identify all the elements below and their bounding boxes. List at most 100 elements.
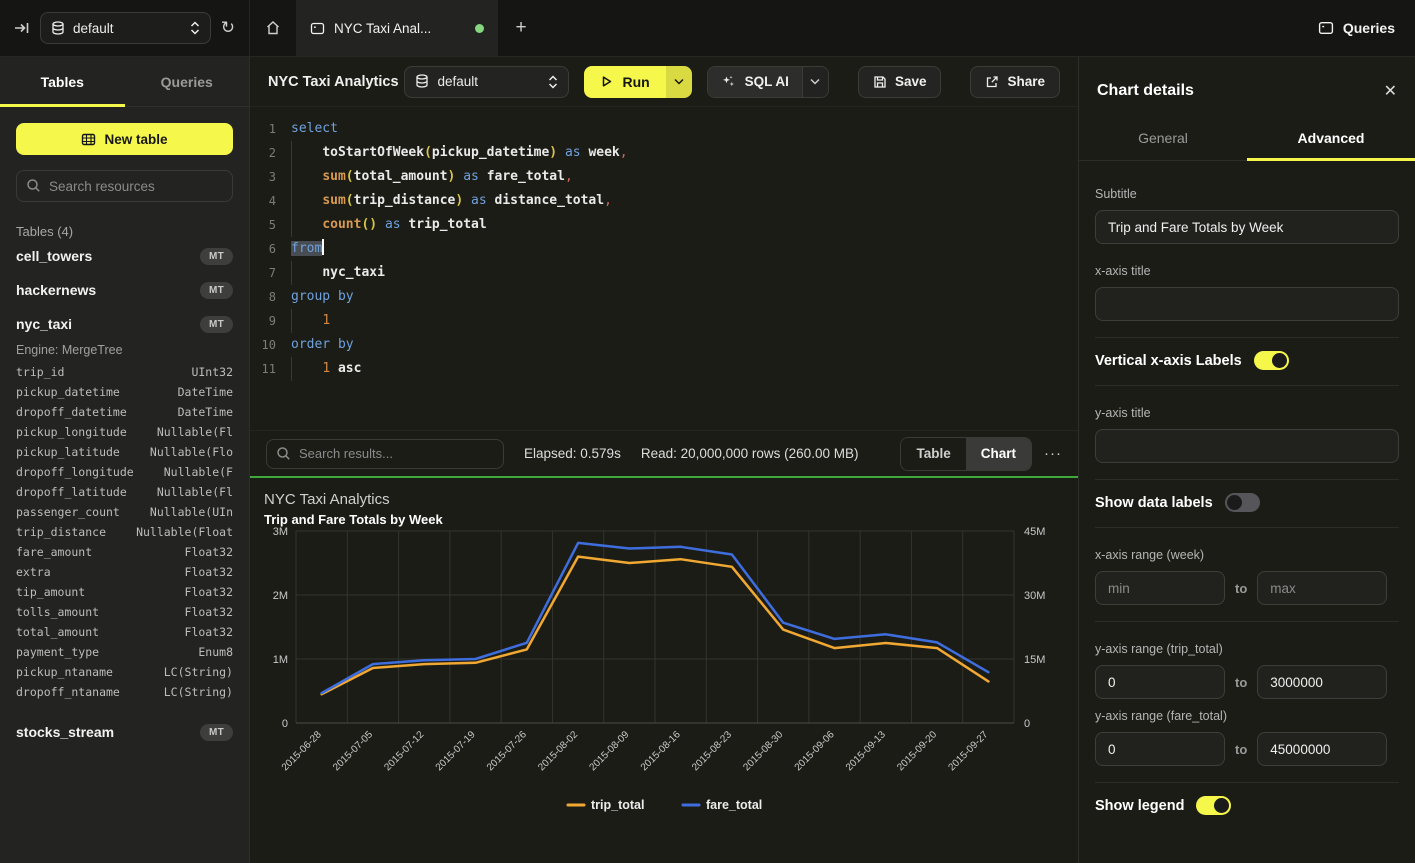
text-cursor xyxy=(322,239,324,255)
columns-list: trip_idUInt32pickup_datetimeDateTimedrop… xyxy=(16,365,233,705)
svg-text:3M: 3M xyxy=(273,527,288,538)
editor-line[interactable]: 4 sum(trip_distance) as distance_total, xyxy=(250,189,1078,213)
run-button[interactable]: Run xyxy=(584,66,665,98)
editor-line[interactable]: 6from xyxy=(250,237,1078,261)
vertical-x-labels-label: Vertical x-axis Labels xyxy=(1095,353,1242,369)
editor-line[interactable]: 10order by xyxy=(250,333,1078,357)
new-table-button[interactable]: New table xyxy=(16,123,233,155)
query-database-selector[interactable]: default xyxy=(404,66,569,98)
elapsed-stat: Elapsed: 0.579s xyxy=(524,446,621,461)
top-bar-left: default ↻ xyxy=(0,0,250,56)
engine-badge: MT xyxy=(200,316,233,333)
column-row: payment_typeEnum8 xyxy=(16,645,233,665)
x-range-max-input[interactable] xyxy=(1257,571,1387,605)
play-icon xyxy=(600,75,613,88)
editor-line[interactable]: 9 1 xyxy=(250,309,1078,333)
share-button[interactable]: Share xyxy=(970,66,1060,98)
sql-ai-caret[interactable] xyxy=(802,67,828,97)
engine-badge: MT xyxy=(200,282,233,299)
new-tab-button[interactable]: + xyxy=(498,0,544,56)
engine-badge: MT xyxy=(200,248,233,265)
editor-line[interactable]: 11 1 asc xyxy=(250,357,1078,381)
line-number: 5 xyxy=(250,213,276,237)
x-axis-label: 2015-08-30 xyxy=(741,729,785,773)
results-more-menu[interactable]: ··· xyxy=(1044,445,1062,462)
query-tab[interactable]: NYC Taxi Anal... xyxy=(296,0,498,56)
collapse-sidebar-icon[interactable] xyxy=(14,20,30,36)
svg-text:trip_total: trip_total xyxy=(591,798,644,812)
chevron-down-icon xyxy=(674,78,684,85)
sidebar-content: New table Tables (4) cell_towersMThacker… xyxy=(0,107,249,863)
database-selector[interactable]: default xyxy=(40,12,211,44)
column-row: pickup_latitudeNullable(Flo xyxy=(16,445,233,465)
table-item-stocks_stream[interactable]: stocks_stream MT xyxy=(16,715,233,749)
y-range-fare-min-input[interactable] xyxy=(1095,732,1225,766)
legend-item-trip_total[interactable]: trip_total xyxy=(568,798,644,812)
editor-line[interactable]: 8group by xyxy=(250,285,1078,309)
home-button[interactable] xyxy=(250,0,296,56)
line-number: 9 xyxy=(250,309,276,333)
show-legend-toggle[interactable] xyxy=(1196,796,1231,815)
table-engine: Engine: MergeTree xyxy=(16,343,233,357)
line-number: 1 xyxy=(250,117,276,141)
refresh-icon[interactable]: ↻ xyxy=(221,18,235,38)
chart-subtitle: Trip and Fare Totals by Week xyxy=(264,512,1078,527)
table-item-cell_towers[interactable]: cell_towersMT xyxy=(16,239,233,273)
panel-tab-general[interactable]: General xyxy=(1079,115,1247,160)
share-icon xyxy=(985,75,999,89)
run-button-group: Run xyxy=(584,66,691,98)
y-axis-title-input[interactable] xyxy=(1095,429,1399,463)
chart-plot: 001M15M2M30M3M45M2015-06-282015-07-05201… xyxy=(250,527,1078,860)
svg-text:2M: 2M xyxy=(273,590,288,602)
new-table-label: New table xyxy=(104,132,167,147)
x-axis-title-input[interactable] xyxy=(1095,287,1399,321)
console-icon xyxy=(310,21,325,36)
show-data-labels-label: Show data labels xyxy=(1095,495,1213,511)
table-item-hackernews[interactable]: hackernewsMT xyxy=(16,273,233,307)
run-options-caret[interactable] xyxy=(666,66,692,98)
panel-tab-advanced[interactable]: Advanced xyxy=(1247,115,1415,160)
x-axis-label: 2015-08-16 xyxy=(639,729,683,773)
editor-line[interactable]: 1select xyxy=(250,117,1078,141)
show-data-labels-toggle[interactable] xyxy=(1225,493,1260,512)
subtitle-field-label: Subtitle xyxy=(1095,187,1399,201)
x-axis-label: 2015-09-13 xyxy=(844,729,888,773)
editor-line[interactable]: 5 count() as trip_total xyxy=(250,213,1078,237)
y-range-trip-max-input[interactable] xyxy=(1257,665,1387,699)
legend-item-fare_total[interactable]: fare_total xyxy=(683,798,762,812)
close-icon[interactable]: ✕ xyxy=(1384,81,1397,101)
editor-line[interactable]: 7 nyc_taxi xyxy=(250,261,1078,285)
table-item-nyc_taxi[interactable]: nyc_taxiMT xyxy=(16,307,233,341)
y-range-fare-max-input[interactable] xyxy=(1257,732,1387,766)
editor-line[interactable]: 3 sum(total_amount) as fare_total, xyxy=(250,165,1078,189)
search-icon xyxy=(26,178,41,193)
column-row: extraFloat32 xyxy=(16,565,233,585)
chevron-updown-icon xyxy=(190,21,200,35)
save-button-label: Save xyxy=(895,74,927,89)
subtitle-input[interactable] xyxy=(1095,210,1399,244)
results-toolbar: Elapsed: 0.579s Read: 20,000,000 rows (2… xyxy=(250,430,1078,476)
sidebar-tab-queries[interactable]: Queries xyxy=(125,57,250,106)
vertical-x-labels-toggle[interactable] xyxy=(1254,351,1289,370)
queries-button[interactable]: Queries xyxy=(1318,20,1395,36)
panel-title: Chart details xyxy=(1097,82,1194,100)
read-stat: Read: 20,000,000 rows (260.00 MB) xyxy=(641,446,859,461)
y-axis-range-trip-label: y-axis range (trip_total) xyxy=(1095,642,1399,656)
engine-badge: MT xyxy=(200,724,233,741)
view-toggle-table[interactable]: Table xyxy=(901,438,965,470)
column-row: pickup_longitudeNullable(Fl xyxy=(16,425,233,445)
resource-search-input[interactable] xyxy=(16,170,233,202)
tables-section-title: Tables (4) xyxy=(16,224,233,239)
x-range-min-input[interactable] xyxy=(1095,571,1225,605)
y-range-trip-min-input[interactable] xyxy=(1095,665,1225,699)
view-toggle-chart[interactable]: Chart xyxy=(966,438,1031,470)
sql-editor[interactable]: 1select2 toStartOfWeek(pickup_datetime) … xyxy=(250,107,1078,430)
editor-line[interactable]: 2 toStartOfWeek(pickup_datetime) as week… xyxy=(250,141,1078,165)
sql-ai-button[interactable]: SQL AI xyxy=(708,67,802,97)
results-search-input[interactable] xyxy=(266,439,504,469)
save-button[interactable]: Save xyxy=(858,66,942,98)
query-tabs-strip: NYC Taxi Anal... + xyxy=(250,0,1298,56)
sidebar-tab-tables[interactable]: Tables xyxy=(0,57,125,106)
query-toolbar: NYC Taxi Analytics default xyxy=(250,57,1078,107)
table-name: stocks_stream xyxy=(16,724,114,740)
